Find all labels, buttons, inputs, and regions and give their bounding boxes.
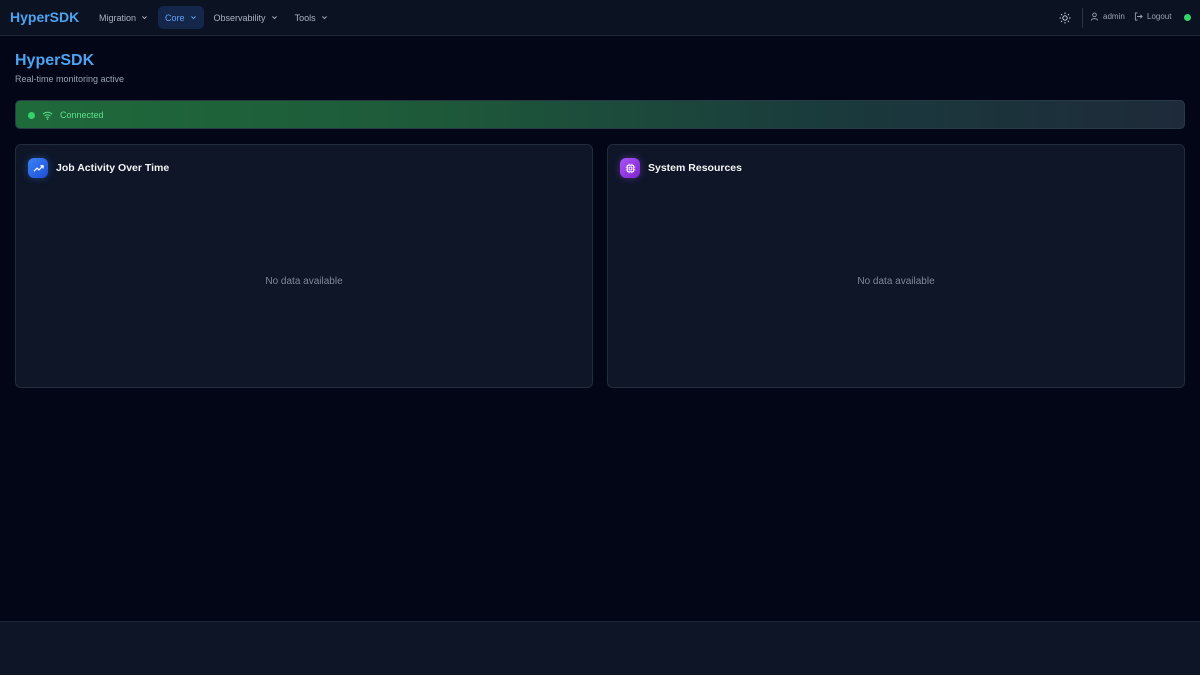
- chevron-down-icon: [190, 16, 196, 20]
- nav-item-label: Migration: [99, 12, 137, 23]
- card-title: System Resources: [648, 162, 742, 174]
- connection-banner: Connected: [15, 100, 1185, 129]
- cpu-icon: [620, 158, 640, 178]
- empty-state-text: No data available: [265, 276, 343, 287]
- system-resources-card: System Resources No data available: [607, 144, 1185, 388]
- page-subtitle: Real-time monitoring active: [15, 74, 125, 84]
- chevron-down-icon: [142, 16, 147, 20]
- job-activity-card: Job Activity Over Time No data available: [15, 144, 593, 388]
- nav-item-migration[interactable]: Migration: [92, 6, 155, 29]
- trending-up-icon: [28, 158, 48, 178]
- nav-item-core[interactable]: Core: [158, 6, 204, 29]
- logout-label: Logout: [1147, 12, 1172, 21]
- connection-status-dot: [1184, 14, 1191, 21]
- user-menu[interactable]: admin: [1090, 12, 1125, 21]
- main-nav: Migration Core Observability Tools: [92, 6, 338, 29]
- brand-logo[interactable]: HyperSDK: [10, 9, 79, 25]
- empty-state-text: No data available: [857, 276, 935, 287]
- connection-label: Connected: [60, 110, 104, 120]
- header-divider: [1082, 8, 1083, 28]
- nav-item-label: Core: [165, 12, 185, 23]
- user-name: admin: [1103, 12, 1125, 21]
- nav-item-observability[interactable]: Observability: [207, 6, 285, 29]
- logout-button[interactable]: Logout: [1134, 12, 1171, 21]
- footer: [0, 621, 1200, 675]
- nav-item-label: Tools: [294, 12, 316, 23]
- logout-icon: [1134, 12, 1143, 21]
- chevron-down-icon: [271, 16, 277, 20]
- chevron-down-icon: [321, 16, 327, 20]
- card-title: Job Activity Over Time: [56, 162, 170, 174]
- user-icon: [1090, 12, 1099, 21]
- connection-dot: [28, 112, 35, 119]
- sun-icon[interactable]: [1059, 12, 1071, 24]
- top-navbar: HyperSDK Migration Core Observability To…: [0, 0, 1200, 36]
- wifi-icon: [42, 111, 53, 120]
- page-title: HyperSDK: [15, 52, 95, 69]
- nav-item-label: Observability: [213, 12, 266, 23]
- nav-item-tools[interactable]: Tools: [288, 6, 335, 29]
